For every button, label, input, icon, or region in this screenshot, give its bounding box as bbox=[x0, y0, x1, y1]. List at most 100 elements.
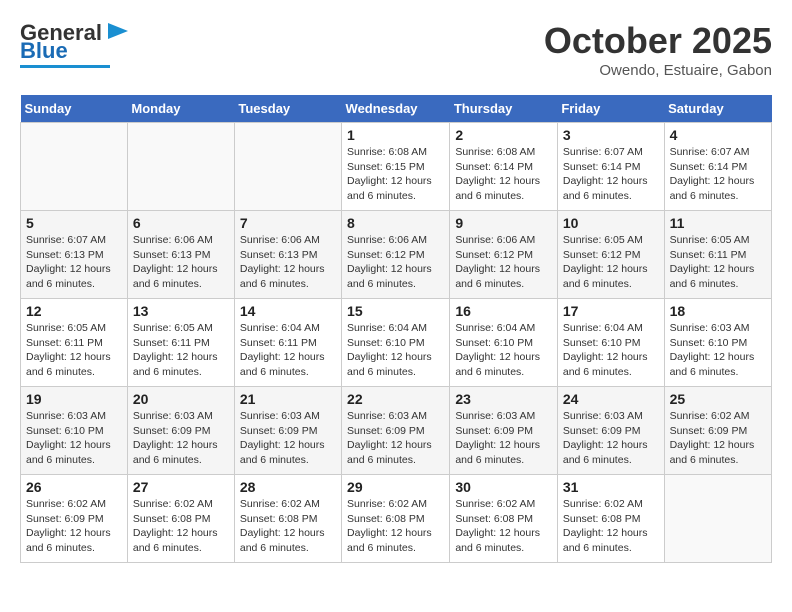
day-info: Sunrise: 6:02 AM Sunset: 6:08 PM Dayligh… bbox=[563, 497, 659, 556]
day-number: 7 bbox=[240, 215, 336, 231]
day-number: 3 bbox=[563, 127, 659, 143]
calendar-cell: 29 Sunrise: 6:02 AM Sunset: 6:08 PM Dayli… bbox=[342, 475, 450, 563]
day-info: Sunrise: 6:02 AM Sunset: 6:09 PM Dayligh… bbox=[670, 409, 766, 468]
day-number: 15 bbox=[347, 303, 444, 319]
day-info: Sunrise: 6:07 AM Sunset: 6:14 PM Dayligh… bbox=[563, 145, 659, 204]
day-number: 23 bbox=[455, 391, 552, 407]
calendar-table: SundayMondayTuesdayWednesdayThursdayFrid… bbox=[20, 95, 772, 563]
day-number: 27 bbox=[133, 479, 229, 495]
day-info: Sunrise: 6:05 AM Sunset: 6:12 PM Dayligh… bbox=[563, 233, 659, 292]
calendar-cell: 25 Sunrise: 6:02 AM Sunset: 6:09 PM Dayli… bbox=[664, 387, 771, 475]
day-number: 17 bbox=[563, 303, 659, 319]
calendar-cell: 5 Sunrise: 6:07 AM Sunset: 6:13 PM Daylig… bbox=[21, 211, 128, 299]
title-block: October 2025 Owendo, Estuaire, Gabon bbox=[544, 20, 772, 79]
day-number: 29 bbox=[347, 479, 444, 495]
day-info: Sunrise: 6:07 AM Sunset: 6:14 PM Dayligh… bbox=[670, 145, 766, 204]
calendar-cell: 30Sunrise: 6:02 AM Sunset: 6:08 PM Dayli… bbox=[450, 475, 558, 563]
calendar-cell: 27 Sunrise: 6:02 AM Sunset: 6:08 PM Dayli… bbox=[127, 475, 234, 563]
day-number: 2 bbox=[455, 127, 552, 143]
day-info: Sunrise: 6:04 AM Sunset: 6:10 PM Dayligh… bbox=[347, 321, 444, 380]
day-number: 8 bbox=[347, 215, 444, 231]
day-number: 31 bbox=[563, 479, 659, 495]
calendar-cell: 4 Sunrise: 6:07 AM Sunset: 6:14 PM Daylig… bbox=[664, 123, 771, 211]
month-title: October 2025 bbox=[544, 20, 772, 62]
calendar-cell: 24Sunrise: 6:03 AM Sunset: 6:09 PM Dayli… bbox=[557, 387, 664, 475]
calendar-cell: 7 Sunrise: 6:06 AM Sunset: 6:13 PM Daylig… bbox=[234, 211, 341, 299]
day-number: 28 bbox=[240, 479, 336, 495]
day-info: Sunrise: 6:06 AM Sunset: 6:12 PM Dayligh… bbox=[347, 233, 444, 292]
day-info: Sunrise: 6:04 AM Sunset: 6:10 PM Dayligh… bbox=[563, 321, 659, 380]
calendar-day-header: Thursday bbox=[450, 95, 558, 123]
calendar-cell: 12Sunrise: 6:05 AM Sunset: 6:11 PM Dayli… bbox=[21, 299, 128, 387]
calendar-cell: 23Sunrise: 6:03 AM Sunset: 6:09 PM Dayli… bbox=[450, 387, 558, 475]
calendar-cell: 21Sunrise: 6:03 AM Sunset: 6:09 PM Dayli… bbox=[234, 387, 341, 475]
calendar-cell: 13Sunrise: 6:05 AM Sunset: 6:11 PM Dayli… bbox=[127, 299, 234, 387]
calendar-cell: 6Sunrise: 6:06 AM Sunset: 6:13 PM Daylig… bbox=[127, 211, 234, 299]
calendar-day-header: Monday bbox=[127, 95, 234, 123]
calendar-week-row: 5 Sunrise: 6:07 AM Sunset: 6:13 PM Daylig… bbox=[21, 211, 772, 299]
calendar-day-header: Wednesday bbox=[342, 95, 450, 123]
calendar-week-row: 1 Sunrise: 6:08 AM Sunset: 6:15 PM Daylig… bbox=[21, 123, 772, 211]
day-info: Sunrise: 6:02 AM Sunset: 6:08 PM Dayligh… bbox=[347, 497, 444, 556]
day-number: 25 bbox=[670, 391, 766, 407]
calendar-cell: 3 Sunrise: 6:07 AM Sunset: 6:14 PM Daylig… bbox=[557, 123, 664, 211]
day-info: Sunrise: 6:03 AM Sunset: 6:10 PM Dayligh… bbox=[670, 321, 766, 380]
calendar-day-header: Sunday bbox=[21, 95, 128, 123]
calendar-cell: 19Sunrise: 6:03 AM Sunset: 6:10 PM Dayli… bbox=[21, 387, 128, 475]
day-info: Sunrise: 6:05 AM Sunset: 6:11 PM Dayligh… bbox=[26, 321, 122, 380]
calendar-cell: 18 Sunrise: 6:03 AM Sunset: 6:10 PM Dayli… bbox=[664, 299, 771, 387]
day-info: Sunrise: 6:08 AM Sunset: 6:15 PM Dayligh… bbox=[347, 145, 444, 204]
day-info: Sunrise: 6:02 AM Sunset: 6:09 PM Dayligh… bbox=[26, 497, 122, 556]
calendar-cell: 10Sunrise: 6:05 AM Sunset: 6:12 PM Dayli… bbox=[557, 211, 664, 299]
day-info: Sunrise: 6:02 AM Sunset: 6:08 PM Dayligh… bbox=[133, 497, 229, 556]
calendar-cell: 17 Sunrise: 6:04 AM Sunset: 6:10 PM Dayli… bbox=[557, 299, 664, 387]
logo-underline bbox=[20, 65, 110, 68]
day-info: Sunrise: 6:07 AM Sunset: 6:13 PM Dayligh… bbox=[26, 233, 122, 292]
page-header: General Blue October 2025 Owendo, Estuai… bbox=[20, 20, 772, 79]
day-number: 5 bbox=[26, 215, 122, 231]
calendar-cell: 2Sunrise: 6:08 AM Sunset: 6:14 PM Daylig… bbox=[450, 123, 558, 211]
calendar-cell bbox=[664, 475, 771, 563]
calendar-week-row: 12Sunrise: 6:05 AM Sunset: 6:11 PM Dayli… bbox=[21, 299, 772, 387]
day-info: Sunrise: 6:06 AM Sunset: 6:13 PM Dayligh… bbox=[240, 233, 336, 292]
calendar-cell: 9 Sunrise: 6:06 AM Sunset: 6:12 PM Daylig… bbox=[450, 211, 558, 299]
calendar-cell: 11 Sunrise: 6:05 AM Sunset: 6:11 PM Dayli… bbox=[664, 211, 771, 299]
calendar-week-row: 26Sunrise: 6:02 AM Sunset: 6:09 PM Dayli… bbox=[21, 475, 772, 563]
day-info: Sunrise: 6:02 AM Sunset: 6:08 PM Dayligh… bbox=[455, 497, 552, 556]
calendar-cell: 26Sunrise: 6:02 AM Sunset: 6:09 PM Dayli… bbox=[21, 475, 128, 563]
calendar-cell: 16Sunrise: 6:04 AM Sunset: 6:10 PM Dayli… bbox=[450, 299, 558, 387]
day-number: 11 bbox=[670, 215, 766, 231]
day-number: 9 bbox=[455, 215, 552, 231]
calendar-cell bbox=[21, 123, 128, 211]
day-info: Sunrise: 6:04 AM Sunset: 6:11 PM Dayligh… bbox=[240, 321, 336, 380]
calendar-day-header: Friday bbox=[557, 95, 664, 123]
day-number: 19 bbox=[26, 391, 122, 407]
day-number: 1 bbox=[347, 127, 444, 143]
calendar-cell: 22 Sunrise: 6:03 AM Sunset: 6:09 PM Dayli… bbox=[342, 387, 450, 475]
day-info: Sunrise: 6:03 AM Sunset: 6:09 PM Dayligh… bbox=[563, 409, 659, 468]
calendar-cell bbox=[234, 123, 341, 211]
calendar-cell bbox=[127, 123, 234, 211]
calendar-header-row: SundayMondayTuesdayWednesdayThursdayFrid… bbox=[21, 95, 772, 123]
day-number: 13 bbox=[133, 303, 229, 319]
day-info: Sunrise: 6:06 AM Sunset: 6:12 PM Dayligh… bbox=[455, 233, 552, 292]
day-info: Sunrise: 6:03 AM Sunset: 6:09 PM Dayligh… bbox=[347, 409, 444, 468]
calendar-cell: 1 Sunrise: 6:08 AM Sunset: 6:15 PM Daylig… bbox=[342, 123, 450, 211]
calendar-cell: 28Sunrise: 6:02 AM Sunset: 6:08 PM Dayli… bbox=[234, 475, 341, 563]
day-number: 20 bbox=[133, 391, 229, 407]
day-info: Sunrise: 6:03 AM Sunset: 6:09 PM Dayligh… bbox=[240, 409, 336, 468]
calendar-week-row: 19Sunrise: 6:03 AM Sunset: 6:10 PM Dayli… bbox=[21, 387, 772, 475]
day-info: Sunrise: 6:04 AM Sunset: 6:10 PM Dayligh… bbox=[455, 321, 552, 380]
logo-arrow-icon bbox=[104, 17, 132, 45]
calendar-cell: 20Sunrise: 6:03 AM Sunset: 6:09 PM Dayli… bbox=[127, 387, 234, 475]
day-info: Sunrise: 6:05 AM Sunset: 6:11 PM Dayligh… bbox=[670, 233, 766, 292]
day-number: 22 bbox=[347, 391, 444, 407]
logo-text-blue: Blue bbox=[20, 38, 68, 64]
calendar-cell: 15 Sunrise: 6:04 AM Sunset: 6:10 PM Dayli… bbox=[342, 299, 450, 387]
calendar-cell: 8 Sunrise: 6:06 AM Sunset: 6:12 PM Daylig… bbox=[342, 211, 450, 299]
day-number: 4 bbox=[670, 127, 766, 143]
logo: General Blue bbox=[20, 20, 132, 68]
day-number: 18 bbox=[670, 303, 766, 319]
day-number: 14 bbox=[240, 303, 336, 319]
calendar-cell: 31 Sunrise: 6:02 AM Sunset: 6:08 PM Dayli… bbox=[557, 475, 664, 563]
